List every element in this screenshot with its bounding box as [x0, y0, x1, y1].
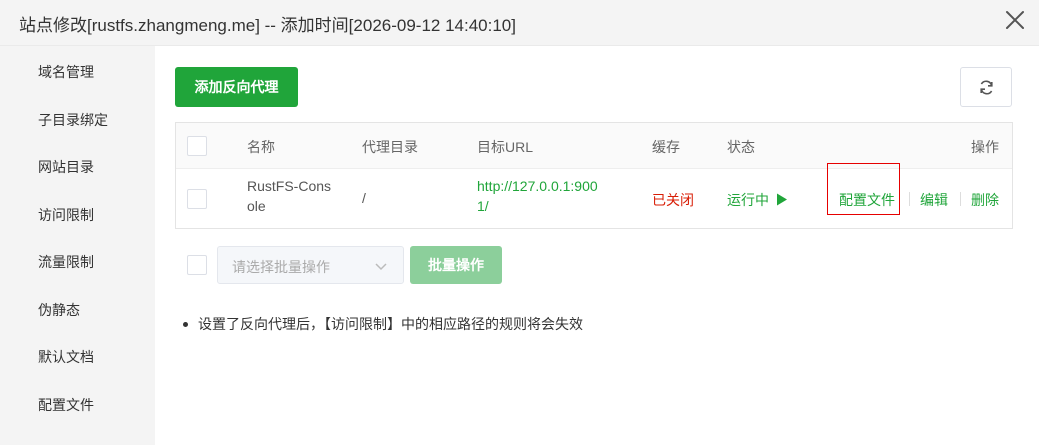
delete-link[interactable]: 删除 [971, 190, 999, 210]
sidebar-item-site-dir[interactable]: 网站目录 [38, 157, 94, 177]
sidebar-item-rewrite[interactable]: 伪静态 [38, 300, 80, 320]
batch-select-placeholder: 请选择批量操作 [232, 259, 330, 275]
dialog-title: 站点修改[rustfs.zhangmeng.me] -- 添加时间[2026-0… [19, 16, 516, 35]
row-target-url: http://127.0.0.1:900 1/ [477, 178, 598, 214]
add-reverse-proxy-button[interactable]: 添加反向代理 [175, 67, 298, 107]
dialog-titlebar: 站点修改[rustfs.zhangmeng.me] -- 添加时间[2026-0… [0, 0, 1039, 46]
header-proxy-dir: 代理目录 [362, 139, 418, 155]
batch-operation-select[interactable]: 请选择批量操作 [217, 246, 404, 284]
row-status-toggle[interactable]: 运行中 [727, 190, 788, 210]
edit-link[interactable]: 编辑 [920, 190, 948, 210]
header-status: 状态 [727, 139, 755, 155]
chevron-down-icon [375, 263, 387, 271]
action-divider [909, 192, 910, 206]
sidebar-item-default-doc[interactable]: 默认文档 [38, 347, 94, 367]
action-divider [960, 192, 961, 206]
row-checkbox[interactable] [187, 189, 207, 209]
sidebar-item-subdir[interactable]: 子目录绑定 [38, 110, 108, 130]
header-name: 名称 [247, 139, 275, 155]
sidebar-item-access-limit[interactable]: 访问限制 [38, 205, 94, 225]
batch-operation-button[interactable]: 批量操作 [410, 246, 502, 284]
header-target-url: 目标URL [477, 139, 534, 155]
refresh-button[interactable] [960, 67, 1012, 107]
bullet-icon [183, 321, 188, 327]
sidebar-item-domain[interactable]: 域名管理 [38, 62, 94, 82]
header-actions: 操作 [971, 139, 999, 155]
row-proxy-dir: / [362, 190, 366, 206]
sidebar-item-traffic-limit[interactable]: 流量限制 [38, 252, 94, 272]
help-note: 设置了反向代理后，【访问限制】中的相应路径的规则将会失效 [183, 314, 583, 334]
row-cache-toggle[interactable]: 已关闭 [652, 190, 694, 210]
sidebar-item-config-file[interactable]: 配置文件 [38, 395, 94, 415]
header-cache: 缓存 [652, 139, 680, 155]
play-icon [776, 193, 787, 206]
select-all-checkbox[interactable] [187, 136, 207, 156]
batch-select-all-checkbox[interactable] [187, 255, 207, 275]
highlight-box [827, 163, 900, 215]
close-icon[interactable] [1000, 5, 1030, 35]
row-name: RustFS-Cons ole [247, 178, 332, 214]
sidebar [0, 46, 155, 445]
refresh-icon [980, 80, 993, 95]
